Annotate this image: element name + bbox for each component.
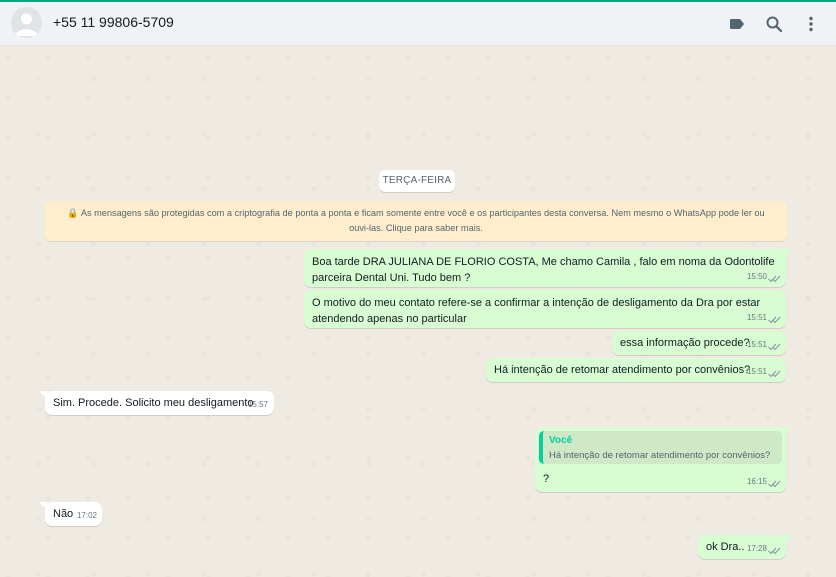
message-bubble-incoming[interactable]: Sim. Procede. Solicito meu desligamento … (39, 391, 274, 415)
message-text: Boa tarde DRA JULIANA DE FLORIO COSTA, M… (312, 256, 775, 268)
quoted-message[interactable]: Você Há intenção de retomar atendimento … (539, 431, 782, 464)
message-text: parceira Dental Uni. Tudo bem ? (312, 272, 471, 284)
bubble-tail (784, 427, 792, 435)
quoted-author: Você (549, 435, 573, 446)
bubble-tail (784, 535, 792, 543)
double-check-icon (768, 316, 781, 324)
message-time: 15:51 (746, 367, 767, 376)
message-text: Há intenção de retomar atendimento por c… (494, 364, 751, 376)
date-divider: TERÇA-FEIRA (379, 170, 455, 192)
menu-icon[interactable] (801, 14, 821, 34)
double-check-icon (768, 343, 781, 351)
message-time: 17:02 (76, 511, 97, 520)
double-check-icon (768, 547, 781, 555)
message-text: essa informação procede? (620, 337, 750, 349)
double-check-icon (768, 480, 781, 488)
message-time: 16:15 (746, 477, 767, 486)
bubble-tail (39, 391, 47, 399)
default-avatar-icon (15, 13, 38, 36)
contact-name[interactable]: +55 11 99806-5709 (53, 14, 174, 30)
message-time: 15:50 (746, 272, 767, 281)
message-bubble-outgoing[interactable]: O motivo do meu contato refere-se a conf… (304, 290, 786, 328)
chat-header: +55 11 99806-5709 (0, 2, 836, 46)
message-text: Não (53, 508, 74, 520)
message-bubble-incoming[interactable]: Não 17:02 (39, 502, 102, 526)
message-bubble-outgoing[interactable]: essa informação procede? 15:51 (612, 331, 786, 355)
message-text: atendendo apenas no particular (312, 313, 467, 325)
encryption-notice-line1: 🔒 As mensagens são protegidas com a crip… (67, 208, 765, 218)
message-bubble-outgoing[interactable]: ok Dra.. 17:28 (698, 535, 792, 559)
message-bubble-outgoing[interactable]: Boa tarde DRA JULIANA DE FLORIO COSTA, M… (304, 249, 792, 287)
double-check-icon (768, 370, 781, 378)
encryption-notice[interactable]: 🔒 As mensagens são protegidas com a crip… (45, 201, 787, 241)
bubble-tail (39, 502, 47, 510)
message-text: Sim. Procede. Solicito meu desligamento (53, 397, 254, 409)
message-bubble-outgoing[interactable]: Há intenção de retomar atendimento por c… (486, 358, 786, 382)
message-bubble-outgoing-reply[interactable]: Você Há intenção de retomar atendimento … (535, 427, 792, 492)
message-time: 15:51 (746, 313, 767, 322)
encryption-notice-line2: ouvi-las. Clique para saber mais. (349, 223, 483, 233)
label-icon[interactable] (727, 14, 747, 34)
quoted-text: Há intenção de retomar atendimento por c… (549, 450, 771, 461)
message-text: ok Dra.. (706, 541, 745, 553)
message-time: 15:57 (247, 400, 268, 409)
message-time: 17:28 (746, 544, 767, 553)
contact-avatar[interactable] (11, 7, 42, 38)
search-icon[interactable] (764, 14, 784, 34)
double-check-icon (768, 275, 781, 283)
message-time: 15:51 (746, 340, 767, 349)
bubble-tail (784, 249, 792, 257)
message-text: ? (543, 473, 550, 485)
message-text: O motivo do meu contato refere-se a conf… (312, 297, 761, 309)
